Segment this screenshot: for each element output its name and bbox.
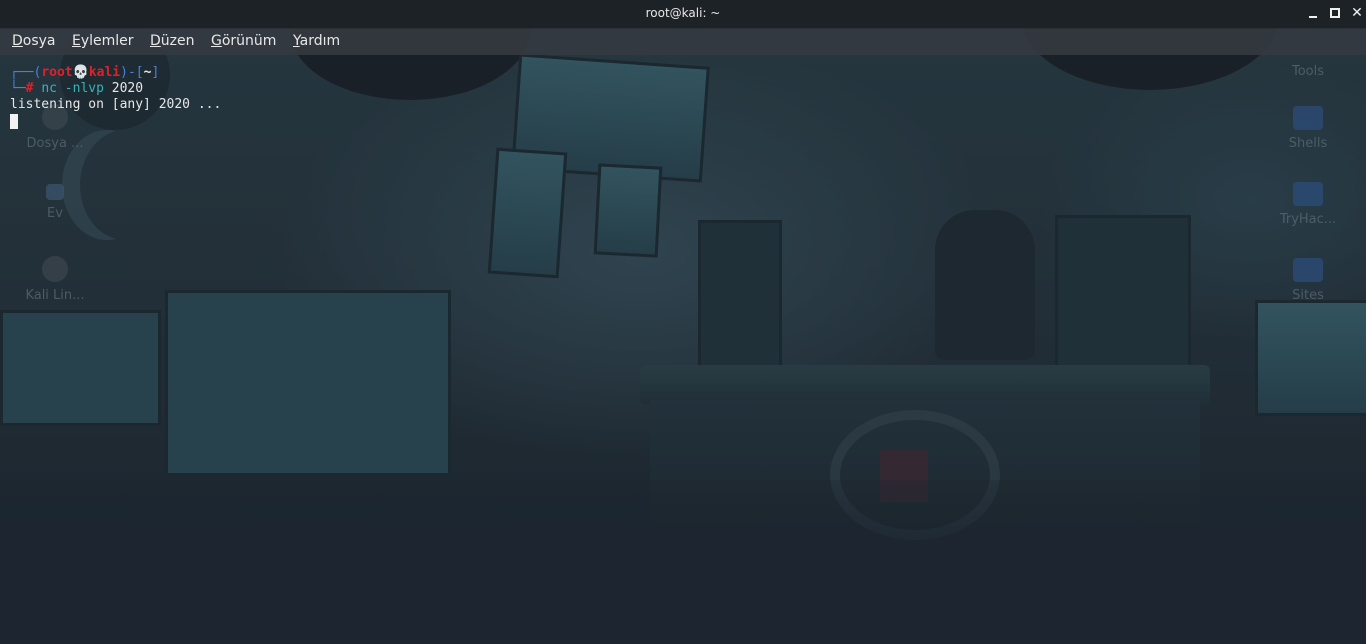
prompt-symbol: # [25,81,34,96]
output-line: listening on [any] 2020 ... [10,97,222,112]
prompt-user: root [41,65,73,80]
terminal-area[interactable]: ┌──(root💀kali)-[~] └─# nc -nlvp 2020 lis… [0,56,1366,644]
prompt-line-1: ┌──(root💀kali)-[~] [10,65,160,80]
command-arg: 2020 [111,81,144,96]
menu-yardim[interactable]: Yardım [293,33,340,49]
menu-eylemler[interactable]: Eylemler [72,33,134,49]
command-text: nc -nlvp [41,81,104,96]
menu-gorunum[interactable]: Görünüm [211,33,276,49]
menu-dosya[interactable]: Dosya [12,33,56,49]
text-cursor [10,114,18,129]
menu-bar: Dosya Eylemler Düzen Görünüm Yardım [0,29,1366,55]
prompt-line-2: └─# nc -nlvp 2020 [10,81,144,96]
close-button[interactable]: ✕ [1350,6,1364,20]
window-title: root@kali: ~ [645,6,721,20]
menu-duzen[interactable]: Düzen [150,33,195,49]
prompt-host: kali [88,65,121,80]
window-titlebar[interactable]: root@kali: ~ ✕ [0,0,1366,29]
skull-icon: 💀 [72,65,89,80]
minimize-button[interactable] [1306,6,1320,20]
maximize-button[interactable] [1328,6,1342,20]
